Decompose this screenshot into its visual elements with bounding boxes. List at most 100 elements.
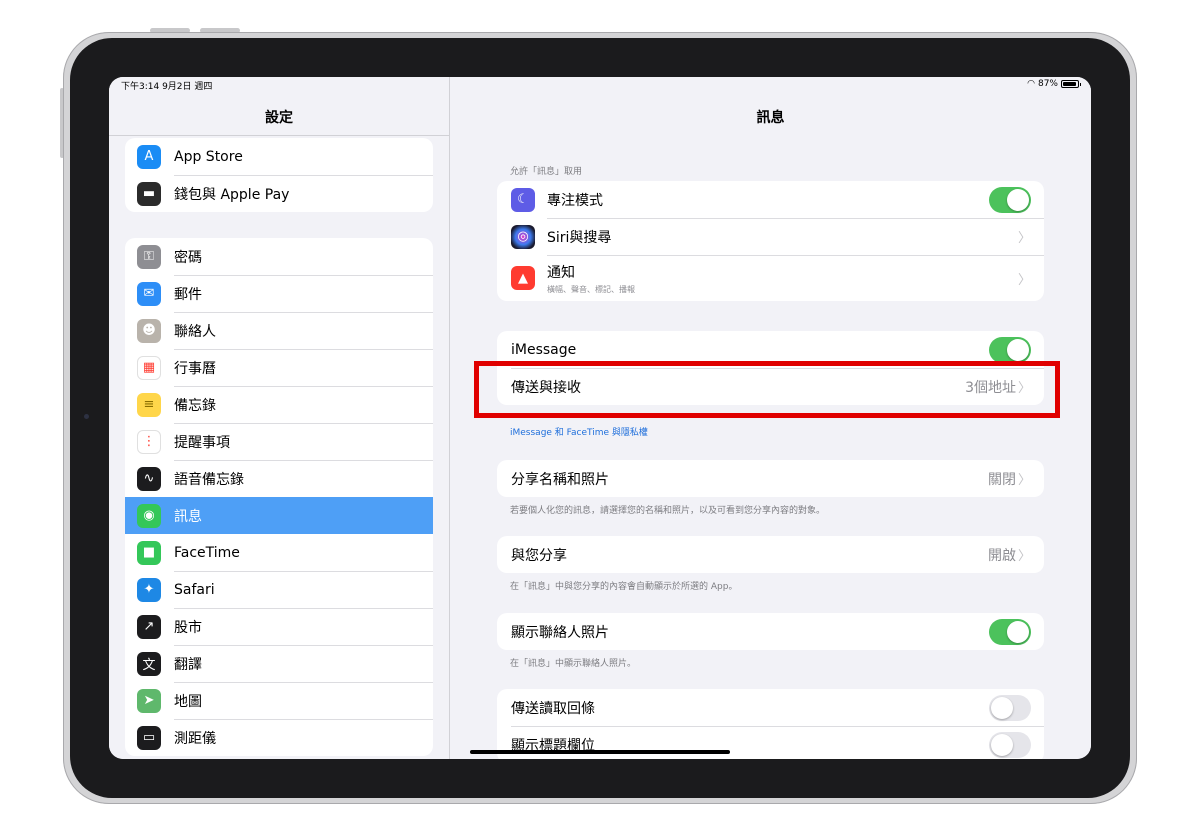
key-icon: ⚿ [137,244,161,269]
privacy-link[interactable]: iMessage 和 FaceTime 與隱私權 [510,425,648,438]
wallet-icon: ▬ [137,181,161,206]
share-name-row[interactable]: 分享名稱和照片 關閉 〉 [497,460,1044,497]
chevron-right-icon: 〉 [1017,272,1031,288]
moon-icon: ☾ [511,187,535,212]
contact-photos-row[interactable]: 顯示聯絡人照片 [497,613,1044,650]
sidebar-item-label: FaceTime [174,544,240,561]
receipts-group: 傳送讀取回條 顯示標題欄位 [497,689,1044,759]
voice-memos-icon: ∿ [137,466,161,491]
contacts-icon: ☻ [137,318,161,343]
messages-settings-pane: 訊息 允許「訊息」取用 ☾ 專注模式 ◎ Siri與搜尋 〉 ▲ 通知 橫幅、聲… [450,77,1091,759]
sidebar-item[interactable]: ◉ 訊息 [125,497,433,534]
sidebar-item-label: 密碼 [174,249,202,266]
sidebar-item-label: App Store [174,148,243,165]
sidebar-item[interactable]: ▬ 錢包與 Apple Pay [125,175,433,212]
contact-photos-toggle[interactable] [989,618,1031,645]
ipad-screen: 設定 A App Store ▬ 錢包與 Apple Pay ⚿ 密碼 ✉ 郵件 ☻ 聯絡人 ▦ 行… [109,77,1091,759]
sidebar-item-label: Safari [174,581,215,598]
stocks-icon: ↗ [137,614,161,639]
page-title: 訊息 [756,110,785,126]
sidebar-item[interactable]: ≡ 備忘錄 [125,386,433,423]
imessage-toggle[interactable] [989,336,1031,363]
shared-with-you-group: 與您分享 開啟 〉 [497,536,1044,573]
chevron-right-icon: 〉 [1017,549,1031,564]
sidebar-group-store: A App Store ▬ 錢包與 Apple Pay [125,138,433,212]
highlight-box [474,361,1060,418]
sidebar-item[interactable]: ⚿ 密碼 [125,238,433,275]
read-receipts-label: 傳送讀取回條 [511,700,595,717]
sidebar-item-label: 訊息 [174,508,202,525]
focus-toggle[interactable] [989,186,1031,213]
notification-icon: ▲ [511,266,535,290]
sidebar-item[interactable]: ■ FaceTime [125,534,433,571]
notes-icon: ≡ [137,392,161,417]
sidebar-item[interactable]: 文翻譯 [125,645,433,682]
sidebar-item-label: 測距儀 [174,730,216,747]
share-name-footnote: 若要個人化您的訊息，請選擇您的名稱和照片，以及可看到您分享內容的對象。 [510,506,826,516]
sidebar-item-label: 郵件 [174,286,202,303]
sidebar-item-label: 行事曆 [174,360,216,377]
imessage-label: iMessage [511,341,577,358]
home-indicator[interactable] [470,750,730,754]
subject-field-toggle[interactable] [989,731,1031,758]
sidebar-item[interactable]: ➤ 地圖 [125,682,433,719]
sidebar-item-label: 錢包與 Apple Pay [174,186,290,203]
sidebar-item[interactable]: ☻ 聯絡人 [125,312,433,349]
focus-label: 專注模式 [547,192,603,209]
sidebar-item-label: 翻譯 [174,656,202,673]
section-header: 允許「訊息」取用 [510,167,583,177]
sidebar-item[interactable]: ↗ 股市 [125,608,433,645]
translate-icon: 文 [137,651,161,676]
settings-sidebar: 設定 A App Store ▬ 錢包與 Apple Pay ⚿ 密碼 ✉ 郵件 ☻ 聯絡人 ▦ 行… [109,77,450,759]
focus-row[interactable]: ☾ 專注模式 [497,181,1044,218]
shared-with-you-footnote: 在「訊息」中與您分享的內容會自動顯示於所選的 App。 [510,582,738,592]
sidebar-item[interactable]: A App Store [125,138,433,175]
siri-search-row[interactable]: ◎ Siri與搜尋 〉 [497,218,1044,255]
sidebar-item-label: 股市 [174,619,202,636]
calendar-icon: ▦ [137,355,161,380]
sidebar-item[interactable]: ⋮ 提醒事項 [125,423,433,460]
sidebar-item[interactable]: ✦ Safari [125,571,433,608]
sidebar-item[interactable]: ▦ 行事曆 [125,349,433,386]
notifications-sublabel: 橫幅、聲音、標記、播報 [547,284,635,294]
mail-icon: ✉ [137,281,161,306]
sidebar-group-apps: ⚿ 密碼 ✉ 郵件 ☻ 聯絡人 ▦ 行事曆 ≡ 備忘錄 ⋮ 提醒事項 ∿ 語音備忘錄 ◉ 訊息 ■ FaceTim… [125,238,433,756]
sidebar-item-label: 地圖 [174,693,202,710]
shared-with-you-value: 開啟 [988,547,1016,564]
siri-icon: ◎ [511,224,535,249]
read-receipts-row[interactable]: 傳送讀取回條 [497,689,1044,726]
facetime-icon: ■ [137,540,161,565]
messages-icon: ◉ [137,503,161,528]
chevron-right-icon: 〉 [1017,231,1031,246]
allow-access-group: ☾ 專注模式 ◎ Siri與搜尋 〉 ▲ 通知 橫幅、聲音、標記、播報 〉 [497,181,1044,301]
share-name-group: 分享名稱和照片 關閉 〉 [497,460,1044,497]
sidebar-title: 設定 [265,110,293,126]
contact-photos-footnote: 在「訊息」中顯示聯絡人照片。 [510,659,637,669]
battery-icon [1061,80,1081,88]
contact-photos-group: 顯示聯絡人照片 [497,613,1044,650]
sidebar-item-label: 提醒事項 [174,434,230,451]
reminders-icon: ⋮ [137,429,161,454]
measure-icon: ▭ [137,725,161,750]
wifi-icon: ◠ [1027,79,1035,89]
status-time: 下午3:14 9月2日 週四 [121,82,213,92]
shared-with-you-label: 與您分享 [511,547,567,564]
app-store-icon: A [137,144,161,169]
contact-photos-label: 顯示聯絡人照片 [511,624,609,641]
status-bar: 下午3:14 9月2日 週四 ◠ 87% [109,77,1091,93]
notifications-row[interactable]: ▲ 通知 橫幅、聲音、標記、播報 〉 [497,255,1044,301]
share-name-value: 關閉 [988,471,1016,488]
notifications-text: 通知 橫幅、聲音、標記、播報 [547,262,635,295]
subject-field-row[interactable]: 顯示標題欄位 [497,726,1044,759]
sidebar-item[interactable]: ✉ 郵件 [125,275,433,312]
sidebar-item[interactable]: ▭ 測距儀 [125,719,433,756]
chevron-right-icon: 〉 [1017,473,1031,488]
sidebar-item-label: 備忘錄 [174,397,216,414]
siri-label: Siri與搜尋 [547,229,612,246]
read-receipts-toggle[interactable] [989,694,1031,721]
sidebar-item[interactable]: ∿ 語音備忘錄 [125,460,433,497]
shared-with-you-row[interactable]: 與您分享 開啟 〉 [497,536,1044,573]
share-name-label: 分享名稱和照片 [511,471,609,488]
camera [84,414,89,419]
safari-icon: ✦ [137,577,161,602]
